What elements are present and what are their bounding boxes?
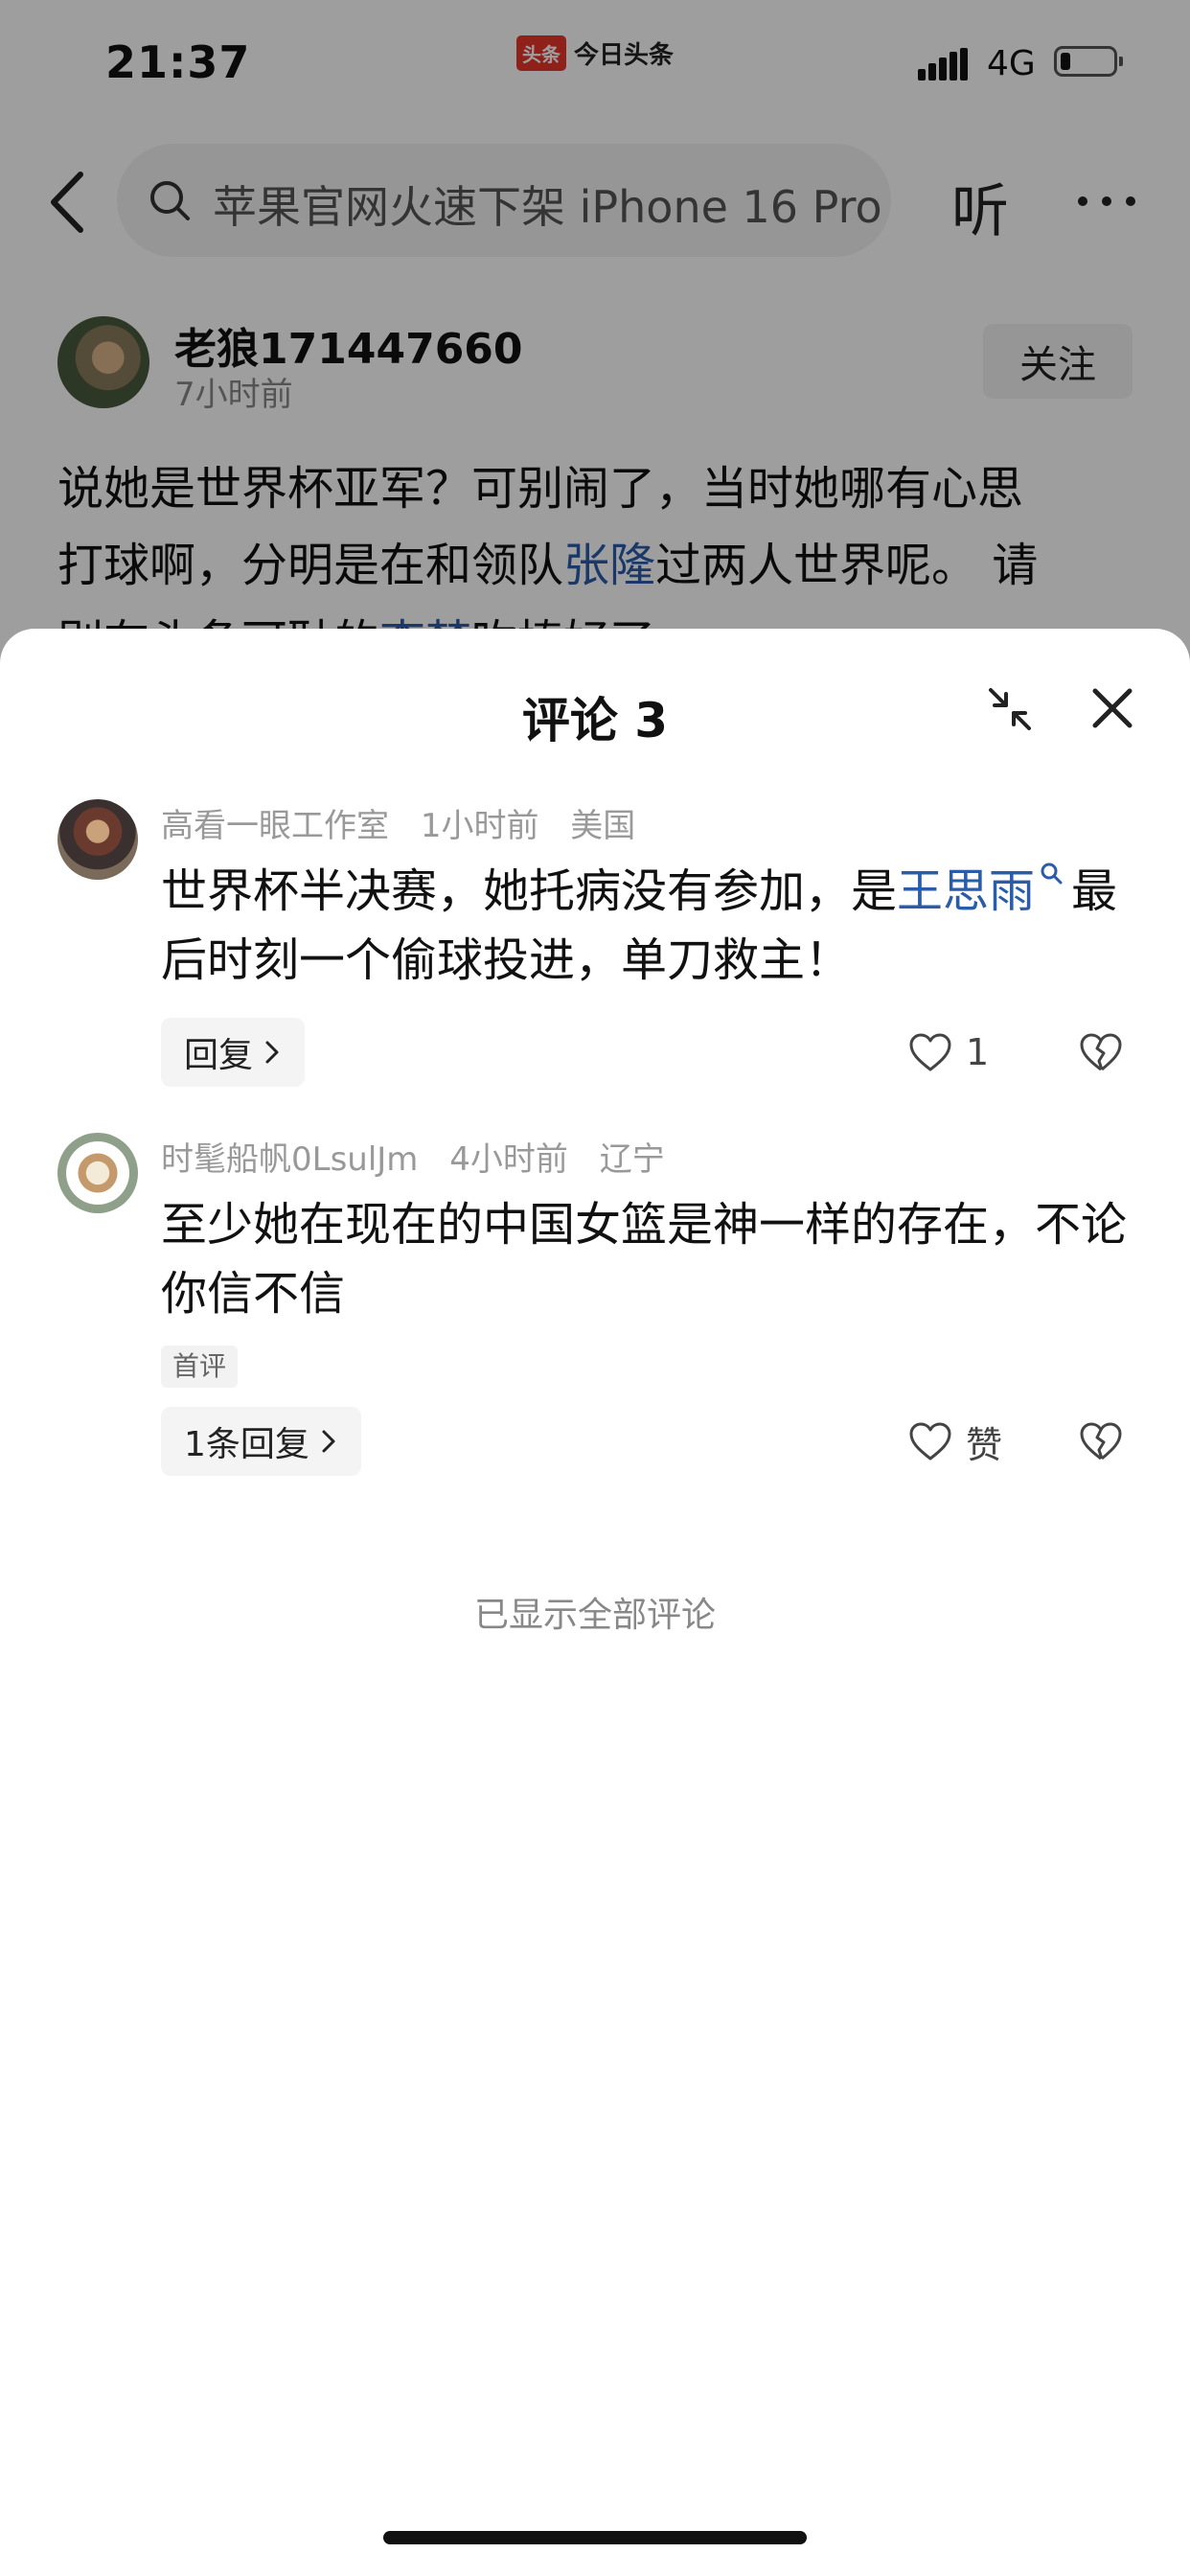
comment-meta: 时髦船帆0LsulJm 4小时前 辽宁: [161, 1133, 686, 1180]
comment-item: 时髦船帆0LsulJm 4小时前 辽宁 至少她在现在的中国女篮是神一样的存在，不…: [0, 1133, 1190, 1497]
comment-time: 1小时前: [420, 807, 539, 845]
broken-heart-icon: [1080, 1033, 1122, 1071]
collapse-icon: [989, 688, 1031, 730]
screen: 21:37 头条 今日头条 4G 苹果官网火速下架 iPhone 16 Pro …: [0, 0, 1190, 2576]
like-count: 1: [966, 1031, 990, 1073]
reply-label: 1条回复: [184, 1425, 309, 1464]
first-comment-tag: 首评: [161, 1346, 239, 1388]
chevron-right-icon: [265, 1041, 279, 1064]
comment-user[interactable]: 高看一眼工作室: [161, 807, 389, 845]
avatar[interactable]: [57, 799, 138, 880]
heart-icon: [909, 1422, 951, 1460]
comment-time: 4小时前: [449, 1140, 568, 1179]
collapse-button[interactable]: [987, 686, 1033, 732]
search-icon: [1041, 862, 1063, 885]
comment-item: 高看一眼工作室 1小时前 美国 世界杯半决赛，她托病没有参加，是王思雨 最后时刻一…: [0, 799, 1190, 1106]
avatar[interactable]: [57, 1133, 138, 1213]
comment-meta: 高看一眼工作室 1小时前 美国: [161, 799, 656, 846]
comment-location: 辽宁: [599, 1140, 665, 1179]
comment-text: 世界杯半决赛，她托病没有参加，是王思雨 最后时刻一个偷球投进，单刀救主！: [161, 857, 1138, 995]
reply-label: 回复: [184, 1036, 254, 1075]
dislike-button[interactable]: [1079, 1407, 1125, 1476]
chevron-right-icon: [322, 1430, 335, 1453]
heart-icon: [909, 1033, 951, 1071]
close-button[interactable]: [1090, 686, 1134, 730]
like-label: 赞: [966, 1423, 1003, 1466]
comment-text: 至少她在现在的中国女篮是神一样的存在，不论你信不信: [161, 1198, 1128, 1321]
like-button[interactable]: 赞: [908, 1407, 1002, 1476]
comment-search-link[interactable]: 王思雨: [897, 864, 1035, 918]
modal-overlay[interactable]: [0, 0, 1190, 671]
home-indicator[interactable]: [383, 2531, 807, 2544]
all-comments-shown-label: 已显示全部评论: [473, 1596, 716, 1635]
reply-button[interactable]: 回复: [161, 1018, 306, 1087]
comment-location: 美国: [570, 807, 636, 845]
comments-sheet: 评论 3 高看一眼工作室 1小时前 美国 世界杯半决赛，她托病没有参加，是王思雨…: [0, 629, 1190, 2576]
broken-heart-icon: [1080, 1422, 1122, 1460]
like-button[interactable]: 1: [908, 1018, 989, 1087]
comment-user[interactable]: 时髦船帆0LsulJm: [161, 1140, 418, 1179]
reply-button[interactable]: 1条回复: [161, 1407, 361, 1476]
dislike-button[interactable]: [1079, 1018, 1125, 1087]
close-icon: [1092, 688, 1133, 728]
